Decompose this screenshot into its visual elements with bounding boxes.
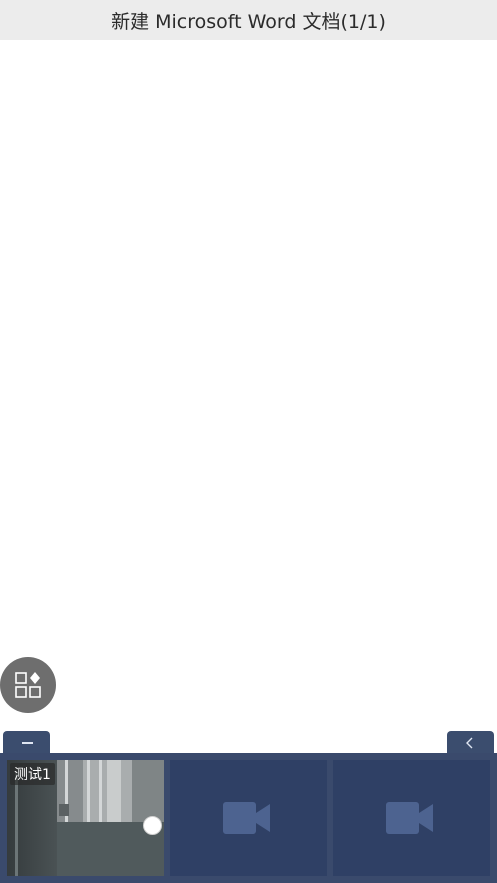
video-tile-3[interactable]	[333, 760, 490, 876]
title-bar: 新建 Microsoft Word 文档(1/1)	[0, 0, 497, 40]
video-camera-icon	[223, 802, 270, 834]
tile-label: 测试1	[10, 763, 55, 785]
video-camera-icon	[386, 802, 433, 834]
minus-icon	[22, 742, 33, 744]
video-tile-2[interactable]	[170, 760, 327, 876]
apps-grid-icon	[15, 672, 41, 698]
collapse-panel-button[interactable]	[3, 731, 50, 755]
video-tile-1[interactable]: 测试1	[7, 760, 164, 876]
chevron-left-icon	[466, 737, 473, 749]
document-viewer[interactable]	[0, 40, 497, 753]
apps-menu-button[interactable]	[0, 657, 56, 713]
status-dot[interactable]	[143, 816, 162, 835]
document-title: 新建 Microsoft Word 文档(1/1)	[111, 10, 386, 33]
video-panel: 测试1	[0, 753, 497, 883]
back-button[interactable]	[447, 731, 494, 755]
